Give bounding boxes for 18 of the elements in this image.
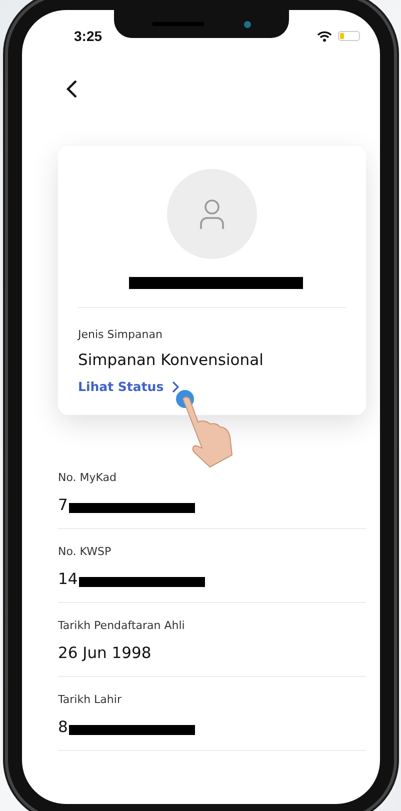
- status-time: 3:25: [74, 28, 102, 44]
- field-label: No. KWSP: [58, 545, 112, 558]
- wifi-icon: [317, 30, 332, 42]
- back-button[interactable]: [66, 80, 78, 98]
- field-value: 14: [58, 570, 78, 588]
- field-value: Simpanan Konvensional: [78, 351, 264, 369]
- field-label: Tarikh Lahir: [58, 693, 122, 706]
- field-label: No. MyKad: [58, 471, 117, 484]
- field-value: 8: [58, 718, 68, 736]
- field-label: Jenis Simpanan: [78, 328, 162, 341]
- battery-icon: [338, 31, 360, 41]
- chevron-right-icon: [172, 380, 179, 392]
- camera-icon: [244, 20, 251, 28]
- field-label: Tarikh Pendaftaran Ahli: [58, 619, 185, 632]
- field-value: 26 Jun 1998: [58, 644, 152, 662]
- person-icon: [199, 198, 225, 230]
- view-status-link[interactable]: Lihat Status: [78, 379, 179, 394]
- field-value: 7: [58, 496, 68, 514]
